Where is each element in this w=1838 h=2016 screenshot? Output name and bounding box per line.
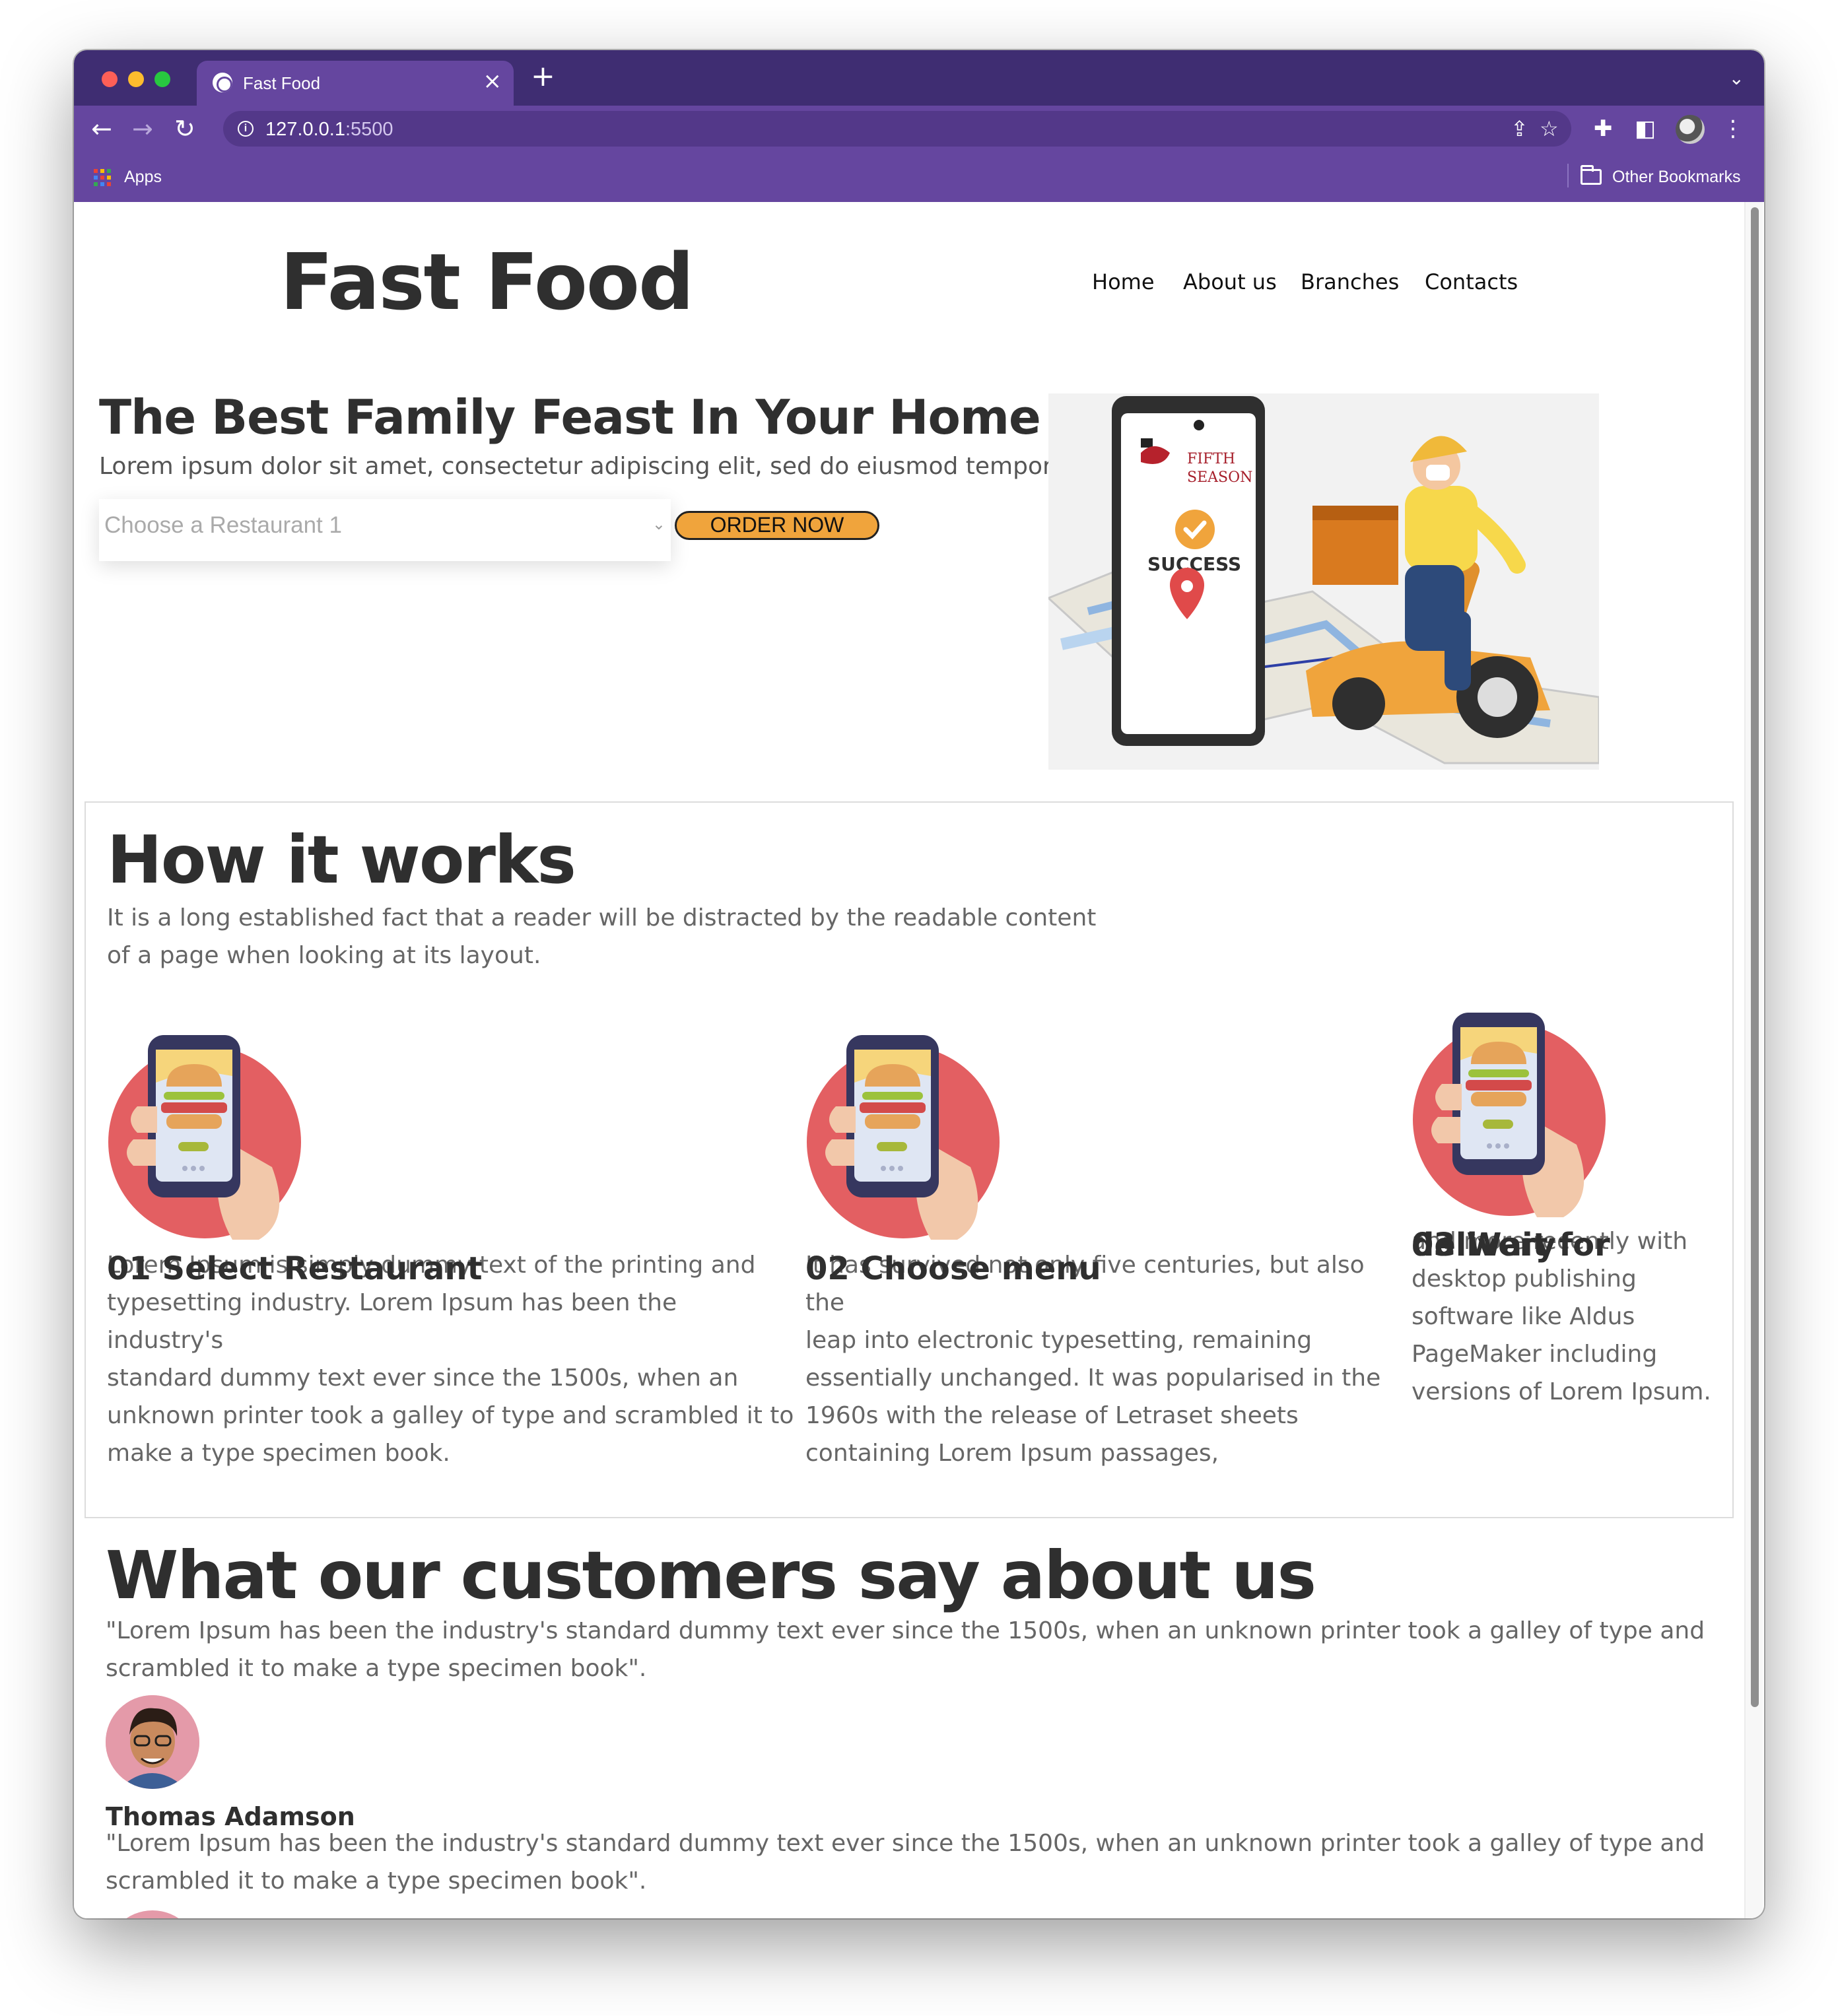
side-panel-icon[interactable]: ◧ [1635,114,1656,144]
step-2-text-line: 1960s with the release of Letraset sheet… [805,1402,1299,1429]
phone-menu-icon [807,1035,1000,1240]
active-tab[interactable]: Fast Food × [197,61,514,106]
forward-icon[interactable]: → [132,112,153,145]
apps-grid-icon[interactable] [94,169,111,186]
step-1-title: 01 Select Restaurant [107,1250,483,1287]
url-host: 127.0.0.1 [265,119,345,140]
site-info-icon[interactable]: i [238,121,254,137]
url-port: :5500 [345,119,393,140]
bookmarks-bar: Apps Other Bookmarks [74,152,1764,202]
quote-2-line-1: "Lorem Ipsum has been the industry's sta… [106,1830,1705,1857]
quote-2-line-2: scrambled it to make a type specimen boo… [106,1867,647,1895]
tab-search-chevron-icon[interactable]: ⌄ [1729,67,1744,89]
share-icon[interactable]: ⇪ [1511,115,1528,143]
step-3-text-line: PageMaker including [1412,1341,1658,1368]
how-intro-line-1: It is a long established fact that a rea… [107,904,1097,931]
nav-home[interactable]: Home [1092,269,1155,294]
minimize-window-button[interactable] [128,71,144,87]
restaurant-select-value: Choose a Restaurant 1 [104,512,342,538]
phone-order-icon [108,1035,301,1240]
step-3-text-line: versions of Lorem Ipsum. [1412,1378,1711,1405]
browser-window: Fast Food × + ⌄ ← → ↻ i 127.0.0.1:5500 ⇪… [74,50,1764,1918]
order-now-button[interactable]: ORDER NOW [675,511,879,540]
step-card-3: 03 Wait for delivery and more recently w… [1412,1223,1722,1411]
site-logo[interactable]: Fast Food [280,236,694,327]
nav-contacts[interactable]: Contacts [1425,269,1518,294]
step-2-text-line: leap into electronic typesetting, remain… [805,1327,1312,1354]
tab-title: Fast Food [243,73,321,93]
back-icon[interactable]: ← [91,112,112,145]
address-bar[interactable]: i 127.0.0.1:5500 ⇪ ☆ [223,111,1571,147]
folder-icon [1581,165,1602,185]
how-intro-line-2: of a page when looking at its layout. [107,942,541,969]
step-card-1: 01 Select Restaurant Lorem Ipsum is simp… [107,1246,800,1472]
page-scrollbar[interactable] [1744,202,1763,1918]
step-1-text-line: unknown printer took a galley of type an… [107,1402,794,1429]
bookmarks-divider [1567,164,1569,187]
globe-icon [213,73,232,92]
restaurant-select[interactable]: Choose a Restaurant 1 ⌄ [99,499,671,561]
step-1-text-line: typesetting industry. Lorem Ipsum has be… [107,1289,677,1354]
other-bookmarks[interactable]: Other Bookmarks [1612,168,1741,187]
delivery-illustration: FIFTH SEASON SUCCESS [1046,393,1600,770]
step-2-title: 02 Choose menu [805,1250,1101,1287]
step-3-title-line-2: delivery [1412,1226,1556,1263]
close-window-button[interactable] [102,71,118,87]
bookmark-star-icon[interactable]: ☆ [1540,115,1559,143]
step-card-2: 02 Choose menu It has survived not only … [805,1246,1400,1472]
page-viewport: Fast Food Home About us Branches Contact… [74,202,1764,1918]
tab-bar: Fast Food × + ⌄ [74,50,1764,106]
step-1-text-line: standard dummy text ever since the 1500s… [107,1364,739,1392]
testimonials-title: What our customers say about us [106,1537,1316,1614]
reviewer-avatar-2 [106,1910,199,1918]
how-title: How it works [107,821,576,898]
how-it-works-section: How it works It is a long established fa… [85,801,1734,1518]
hero-subtitle: Lorem ipsum dolor sit amet, consectetur … [99,453,1058,480]
delivery-scooter-illustration: FIFTH SEASON SUCCESS [1046,396,1600,764]
hero-title: The Best Family Feast In Your Home [99,389,1041,445]
url-text: 127.0.0.1:5500 [265,119,393,141]
apps-bookmark[interactable]: Apps [124,168,162,187]
phone-delivery-icon [1413,1013,1606,1217]
close-tab-icon[interactable]: × [483,70,502,92]
brand-line-2: SEASON [1187,469,1252,486]
quote-1-line-2: scrambled it to make a type specimen boo… [106,1655,647,1682]
maximize-window-button[interactable] [154,71,170,87]
new-tab-button[interactable]: + [531,62,555,91]
profile-avatar[interactable] [1676,115,1705,144]
reload-icon[interactable]: ↻ [174,112,195,145]
step-2-text-line: containing Lorem Ipsum passages, [805,1440,1219,1467]
browser-toolbar: ← → ↻ i 127.0.0.1:5500 ⇪ ☆ ✚ ◧ ⋮ [74,106,1764,152]
step-1-text-line: make a type specimen book. [107,1440,450,1467]
nav-branches[interactable]: Branches [1301,269,1399,294]
chevron-down-icon: ⌄ [652,515,665,533]
scrollbar-thumb[interactable] [1751,207,1759,1707]
browser-menu-icon[interactable]: ⋮ [1722,114,1744,144]
reviewer-avatar [106,1695,199,1789]
extensions-icon[interactable]: ✚ [1594,114,1613,144]
brand-line-1: FIFTH [1187,451,1235,467]
step-2-text-line: essentially unchanged. It was popularise… [805,1364,1381,1392]
nav-about-us[interactable]: About us [1183,269,1277,294]
step-3-text-line: software like Aldus [1412,1303,1635,1330]
quote-1-line-1: "Lorem Ipsum has been the industry's sta… [106,1617,1705,1644]
reviewer-photo [106,1695,199,1789]
